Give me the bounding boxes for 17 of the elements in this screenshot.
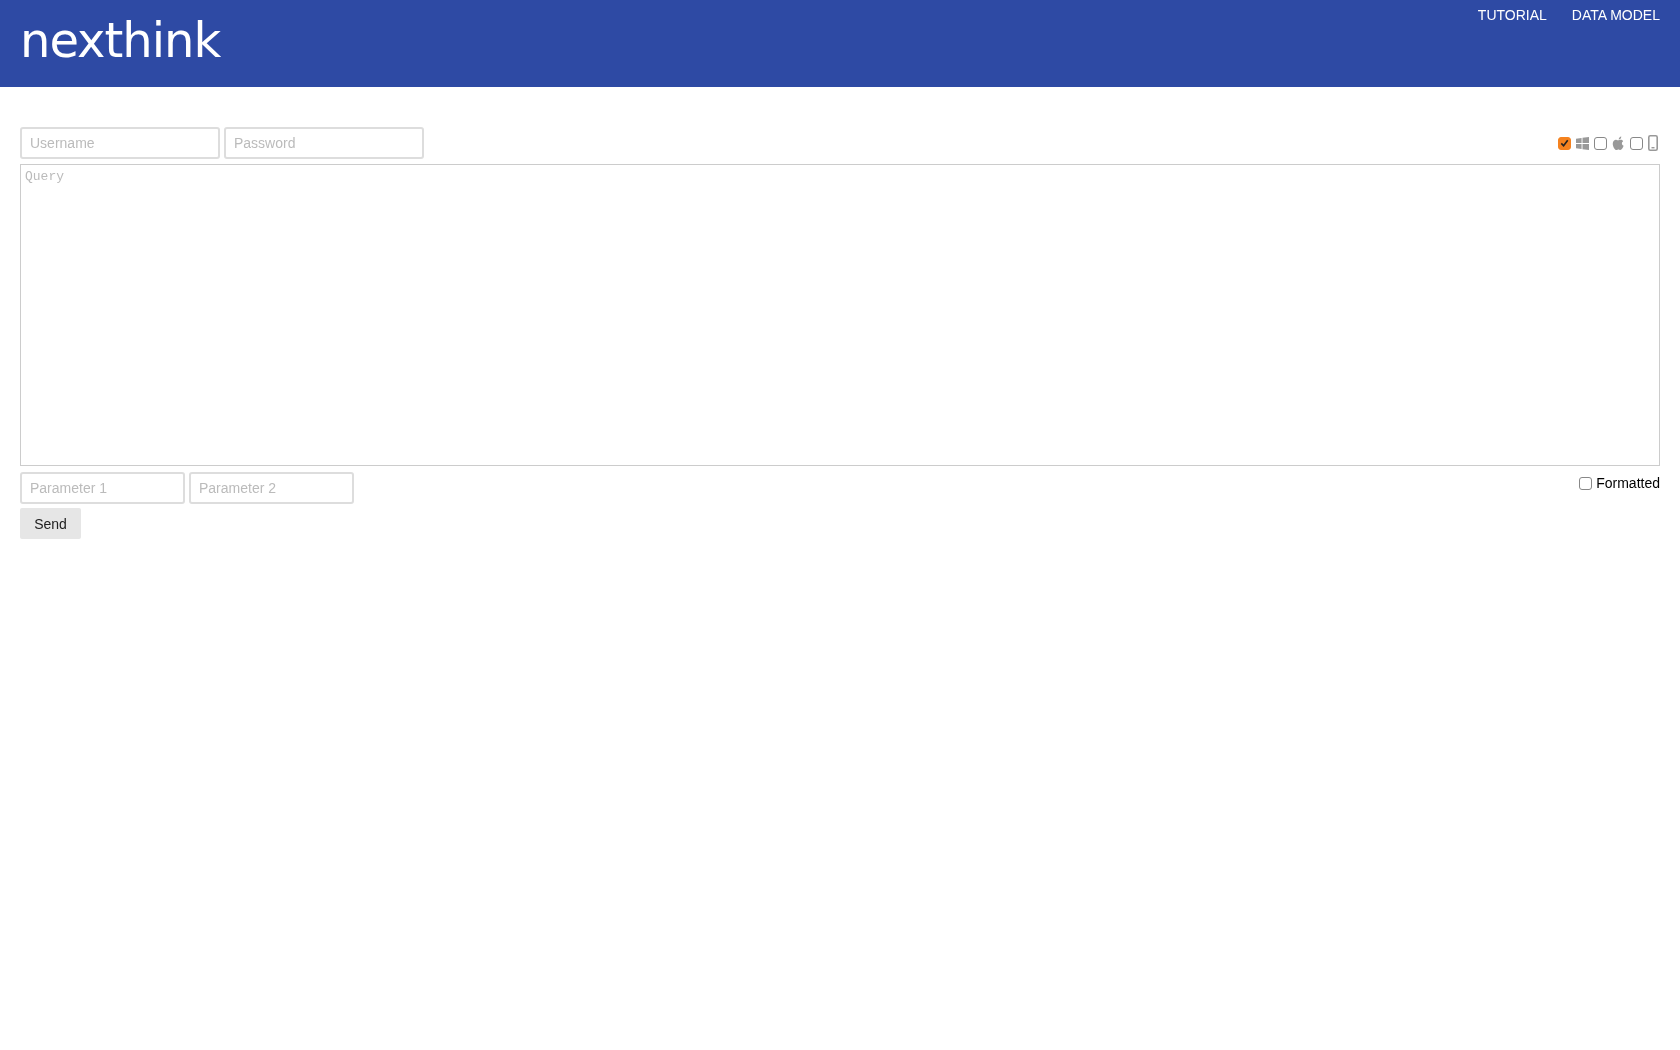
password-field[interactable]: Password <box>224 127 424 159</box>
smartphone-icon <box>1648 135 1658 151</box>
username-field[interactable]: Username <box>20 127 220 159</box>
send-button[interactable]: Send <box>20 508 81 539</box>
nav-link[interactable]: TUTORIAL <box>1477 7 1547 23</box>
windows-icon <box>1576 136 1589 150</box>
platform-checkbox[interactable] <box>1558 136 1571 150</box>
query-textarea[interactable]: Query <box>20 164 1660 466</box>
nav-link[interactable]: DATA MODEL <box>1571 7 1660 23</box>
checkbox-label: Formatted <box>1596 475 1660 491</box>
logo: nexthink <box>20 14 221 67</box>
parameter-field[interactable]: Parameter 2 <box>189 472 354 504</box>
parameter-field[interactable]: Parameter 1 <box>20 472 185 504</box>
apple-icon <box>1612 135 1625 151</box>
platform-checkbox[interactable] <box>1594 136 1607 150</box>
platform-checkbox[interactable] <box>1630 136 1643 150</box>
formatted-checkbox[interactable] <box>1579 476 1593 490</box>
